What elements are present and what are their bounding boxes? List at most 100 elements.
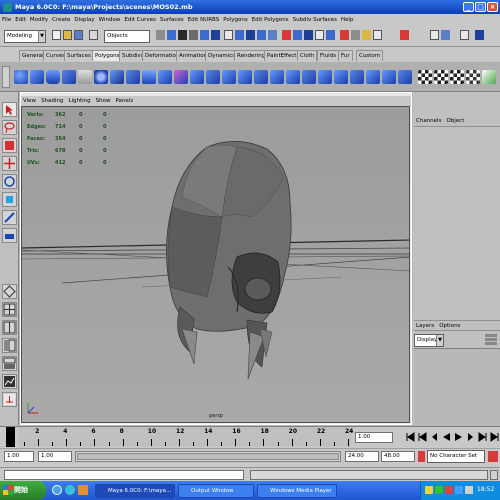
options-menu-item[interactable]: Options bbox=[439, 323, 460, 329]
poly-pipe-icon[interactable] bbox=[142, 70, 156, 84]
perspective-graph-layout-icon[interactable] bbox=[2, 392, 17, 407]
tab-fluids[interactable]: Fluids bbox=[317, 50, 340, 61]
maximize-button[interactable]: □ bbox=[475, 2, 486, 12]
range-slider-handle[interactable] bbox=[77, 453, 339, 460]
snap-to-point-icon[interactable] bbox=[246, 30, 255, 40]
poly-extract-icon[interactable] bbox=[190, 70, 204, 84]
make-live-icon[interactable] bbox=[268, 30, 277, 40]
poly-prism-icon[interactable] bbox=[110, 70, 124, 84]
poly-fill-hole-icon[interactable] bbox=[318, 70, 332, 84]
current-frame-marker[interactable] bbox=[6, 427, 15, 447]
four-pane-layout-icon[interactable] bbox=[2, 302, 17, 317]
poly-cleanup-icon[interactable] bbox=[270, 70, 284, 84]
scale-tool-icon[interactable] bbox=[2, 192, 17, 207]
poly-pyramid-icon[interactable] bbox=[126, 70, 140, 84]
two-pane-layout-icon[interactable] bbox=[2, 320, 17, 335]
graph-editor-layout-icon[interactable] bbox=[2, 374, 17, 389]
poly-reduce-icon[interactable] bbox=[254, 70, 268, 84]
select-tool-icon[interactable] bbox=[2, 102, 17, 117]
last-tool-icon[interactable] bbox=[2, 228, 17, 243]
go-to-end-icon[interactable] bbox=[490, 432, 499, 442]
go-to-start-icon[interactable] bbox=[406, 432, 415, 442]
select-by-handle-icon[interactable] bbox=[156, 30, 165, 40]
select-by-curve-icon[interactable] bbox=[178, 30, 187, 40]
task-media-player[interactable]: Windows Media Player bbox=[257, 484, 337, 498]
poly-torus-icon[interactable] bbox=[94, 70, 108, 84]
select-hierarchy-icon[interactable] bbox=[89, 30, 98, 40]
menu-edit-nurbs[interactable]: Edit NURBS bbox=[188, 17, 220, 23]
open-scene-icon[interactable] bbox=[63, 30, 72, 40]
playback-end-field[interactable]: 24.00 bbox=[345, 451, 379, 462]
menu-subdiv-surfaces[interactable]: Subdiv Surfaces bbox=[293, 17, 337, 23]
panel-menu-shading[interactable]: Shading bbox=[41, 98, 63, 104]
panel-menu-show[interactable]: Show bbox=[96, 98, 111, 104]
show-hide-attribute-editor-icon[interactable] bbox=[460, 30, 469, 40]
start-time-field[interactable]: 1.00 bbox=[4, 451, 34, 462]
menu-display[interactable]: Display bbox=[74, 17, 94, 23]
poly-extrude-face-icon[interactable] bbox=[334, 70, 348, 84]
mel-command-input[interactable] bbox=[4, 470, 244, 480]
tab-cloth[interactable]: Cloth bbox=[297, 50, 318, 61]
layer-type-dropdown[interactable]: Display ▼ bbox=[414, 334, 444, 347]
snap-to-view-plane-icon[interactable] bbox=[257, 30, 266, 40]
input-field-icon[interactable] bbox=[340, 30, 349, 40]
manipulator-tool-icon[interactable] bbox=[2, 210, 17, 225]
tab-custom[interactable]: Custom bbox=[356, 50, 384, 61]
uv-planar-map-icon[interactable] bbox=[418, 70, 432, 84]
poly-bevel-icon[interactable] bbox=[366, 70, 380, 84]
minimize-button[interactable]: _ bbox=[463, 2, 474, 12]
show-hide-channel-box-icon[interactable] bbox=[475, 30, 484, 40]
tab-rendering[interactable]: Rendering bbox=[234, 50, 269, 61]
poly-quadrangulate-icon[interactable] bbox=[302, 70, 316, 84]
uv-cylindrical-map-icon[interactable] bbox=[434, 70, 448, 84]
step-back-frame-icon[interactable] bbox=[430, 432, 439, 442]
snap-to-curve-icon[interactable] bbox=[235, 30, 244, 40]
ie-quicklaunch-icon[interactable] bbox=[52, 485, 62, 495]
poly-cone-icon[interactable] bbox=[62, 70, 76, 84]
menu-edit-polygons[interactable]: Edit Polygons bbox=[252, 17, 289, 23]
character-set-dropdown[interactable]: No Character Set bbox=[427, 450, 485, 463]
tab-fur[interactable]: Fur bbox=[338, 50, 353, 61]
layer-list[interactable] bbox=[414, 348, 500, 426]
layer-buttons-icon[interactable] bbox=[485, 333, 497, 347]
select-by-deformation-icon[interactable] bbox=[200, 30, 209, 40]
single-pane-layout-icon[interactable] bbox=[2, 284, 17, 299]
step-forward-frame-icon[interactable] bbox=[466, 432, 475, 442]
task-maya[interactable]: Maya 6.0C0: F:\maya... bbox=[95, 484, 175, 498]
tray-icon[interactable] bbox=[455, 486, 463, 494]
rotate-tool-icon[interactable] bbox=[2, 174, 17, 189]
menu-window[interactable]: Window bbox=[99, 17, 121, 23]
tray-icon[interactable] bbox=[425, 486, 433, 494]
expand-icon[interactable] bbox=[373, 30, 382, 40]
tab-polygons[interactable]: Polygons bbox=[92, 50, 123, 61]
playback-start-field[interactable]: 1.00 bbox=[38, 451, 72, 462]
poly-triangulate-icon[interactable] bbox=[286, 70, 300, 84]
channel-box-toggle-icon[interactable] bbox=[441, 30, 450, 40]
render-frame-icon[interactable] bbox=[304, 30, 313, 40]
menu-surfaces[interactable]: Surfaces bbox=[160, 17, 184, 23]
play-backwards-icon[interactable] bbox=[442, 432, 451, 442]
poly-mirror-icon[interactable] bbox=[222, 70, 236, 84]
play-forwards-icon[interactable] bbox=[454, 432, 463, 442]
poly-separate-icon[interactable] bbox=[174, 70, 188, 84]
menu-help[interactable]: Help bbox=[341, 17, 354, 23]
channels-menu[interactable]: Channels bbox=[416, 118, 441, 124]
rename-icon[interactable] bbox=[362, 30, 371, 40]
hypershade-layout-icon[interactable] bbox=[2, 356, 17, 371]
paint-select-tool-icon[interactable] bbox=[2, 138, 17, 153]
select-by-dynamics-icon[interactable] bbox=[211, 30, 220, 40]
save-scene-icon[interactable] bbox=[74, 30, 83, 40]
ipr-render-icon[interactable] bbox=[315, 30, 324, 40]
outliner-layout-icon[interactable] bbox=[2, 338, 17, 353]
object-menu[interactable]: Object bbox=[446, 118, 464, 124]
volume-icon[interactable] bbox=[465, 486, 473, 494]
menu-polygons[interactable]: Polygons bbox=[223, 17, 247, 23]
character-set-icon[interactable] bbox=[418, 451, 425, 462]
poly-cylinder-icon[interactable] bbox=[46, 70, 60, 84]
step-back-key-icon[interactable] bbox=[418, 432, 427, 442]
auto-key-icon[interactable] bbox=[488, 451, 498, 462]
panel-menu-lighting[interactable]: Lighting bbox=[68, 98, 90, 104]
perspective-viewport[interactable]: Verts: 362 0 0 Edges: 714 0 0 Faces: 354… bbox=[21, 106, 410, 423]
range-slider-track[interactable] bbox=[75, 451, 341, 462]
close-button[interactable]: × bbox=[487, 2, 498, 12]
